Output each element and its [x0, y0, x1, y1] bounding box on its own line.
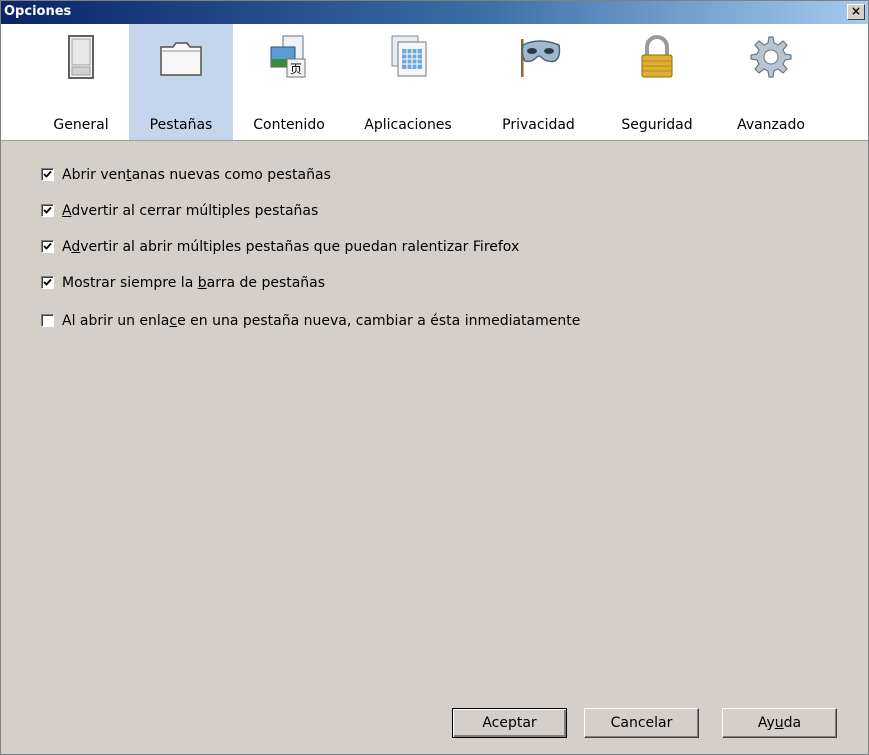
privacy-mask-icon: [520, 39, 560, 77]
applications-icon: [391, 35, 427, 77]
option-label: Advertir al cerrar múltiples pestañas: [62, 203, 319, 219]
tab-label: Privacidad: [502, 117, 575, 133]
tabs-options-panel: Abrir ventanas nuevas como pestañas Adve…: [1, 141, 868, 754]
tab-contenido[interactable]: 页 Contenido: [239, 24, 339, 140]
option-label: Abrir ventanas nuevas como pestañas: [62, 167, 331, 183]
preferences-toolbar: General Pestañas 页 Contenido Aplicacione…: [1, 24, 868, 141]
checkbox[interactable]: [41, 204, 54, 217]
checkmark-icon: [43, 278, 52, 286]
accept-button[interactable]: Aceptar: [452, 708, 567, 738]
option-label: Al abrir un enlace en una pestaña nueva,…: [62, 313, 581, 329]
button-label: Ayuda: [757, 715, 802, 731]
tab-privacidad[interactable]: Privacidad: [486, 24, 591, 140]
tab-seguridad[interactable]: Seguridad: [609, 24, 705, 140]
checkbox[interactable]: [41, 240, 54, 253]
close-button[interactable]: ×: [847, 4, 865, 20]
cancel-button[interactable]: Cancelar: [584, 708, 699, 738]
window-title: Opciones: [4, 4, 72, 19]
checkbox[interactable]: [41, 276, 54, 289]
checkbox[interactable]: [41, 168, 54, 181]
tab-label: Avanzado: [737, 117, 805, 133]
svg-text:页: 页: [290, 62, 302, 76]
title-bar[interactable]: Opciones ×: [1, 1, 868, 24]
tab-aplicaciones[interactable]: Aplicaciones: [344, 24, 472, 140]
option-label: Advertir al abrir múltiples pestañas que…: [62, 239, 520, 255]
content-icon: 页: [270, 35, 306, 78]
checkmark-icon: [43, 242, 52, 250]
checkmark-icon: [43, 206, 52, 214]
tabs-icon: [160, 42, 202, 76]
general-icon: [68, 35, 94, 79]
gear-icon: [750, 36, 792, 78]
help-button[interactable]: Ayuda: [722, 708, 837, 738]
close-icon: ×: [850, 4, 862, 18]
tab-label: Pestañas: [149, 117, 213, 133]
button-label: Cancelar: [610, 715, 673, 731]
tab-label: Seguridad: [621, 117, 693, 133]
options-window: Opciones × General Pestañas 页 Contenido …: [0, 0, 869, 755]
tab-label: General: [53, 117, 109, 133]
checkbox[interactable]: [41, 314, 54, 327]
tab-label: Aplicaciones: [364, 117, 452, 133]
tab-label: Contenido: [253, 117, 325, 133]
tab-general[interactable]: General: [38, 24, 124, 140]
tab-pestanas[interactable]: Pestañas: [129, 24, 233, 140]
option-label: Mostrar siempre la barra de pestañas: [62, 275, 326, 291]
button-label: Aceptar: [482, 715, 537, 731]
checkmark-icon: [43, 170, 52, 178]
tab-avanzado[interactable]: Avanzado: [719, 24, 823, 140]
padlock-icon: [641, 35, 673, 78]
